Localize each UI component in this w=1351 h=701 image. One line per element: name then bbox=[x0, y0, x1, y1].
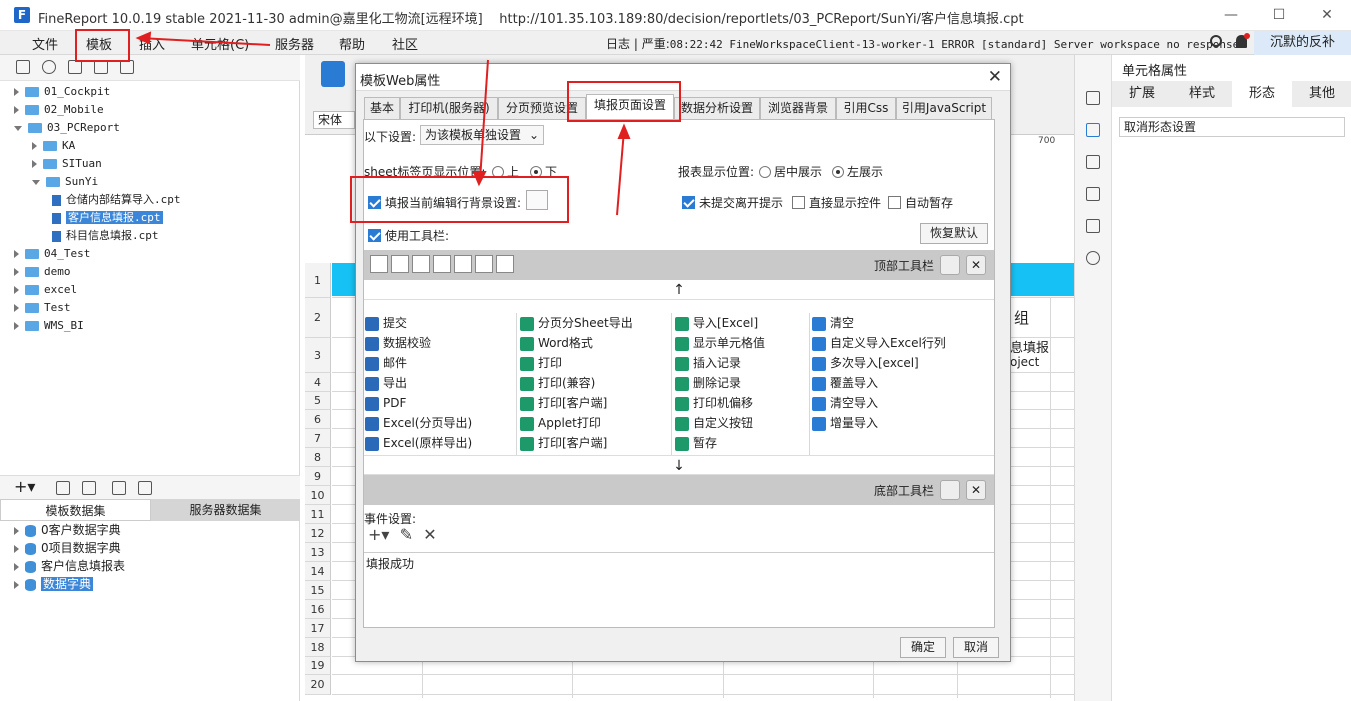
annotation-arrowhead bbox=[472, 171, 487, 187]
tab-fill-page[interactable]: 填报页面设置 bbox=[586, 94, 674, 119]
annotation-arrowhead bbox=[135, 31, 152, 45]
annotation-arrows bbox=[135, 31, 631, 216]
annotation-arrow bbox=[139, 37, 271, 46]
annotation-arrow bbox=[616, 129, 625, 216]
annotation-arrow bbox=[479, 59, 489, 181]
annotation-arrowhead bbox=[617, 123, 631, 139]
